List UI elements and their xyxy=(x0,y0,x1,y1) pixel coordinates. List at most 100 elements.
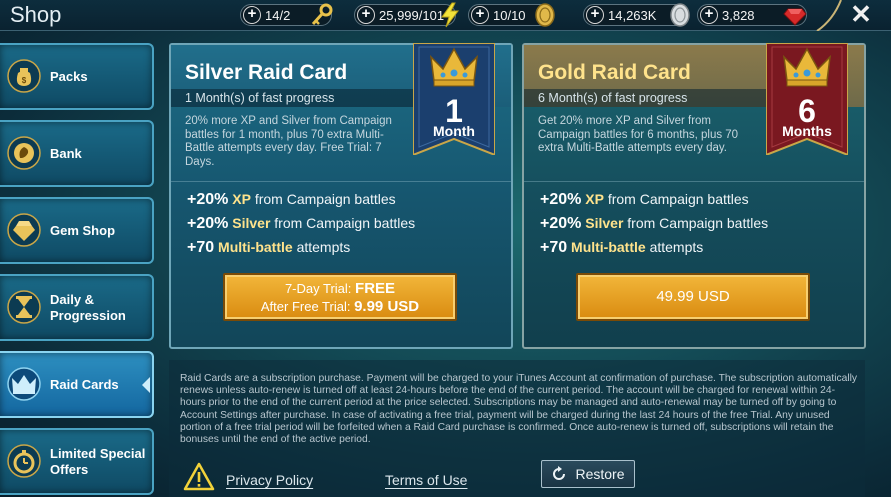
benefit-silver: +20% Silver from Campaign battles xyxy=(540,215,768,239)
benefit-text: from Campaign battles xyxy=(254,191,396,207)
sidebar-item-gem-shop[interactable]: Gem Shop xyxy=(0,197,154,264)
banner-unit: Months xyxy=(782,123,832,139)
benefit-silver: +20% Silver from Campaign battles xyxy=(187,215,415,239)
close-button[interactable]: ✕ xyxy=(846,0,876,30)
card-description: Get 20% more XP and Silver from Campaign… xyxy=(538,115,739,154)
sidebar-item-daily-progression[interactable]: Daily & Progression xyxy=(0,274,154,341)
energy-value: 25,999/101 xyxy=(379,7,445,23)
benefit-amount: +20% xyxy=(540,215,582,232)
svg-text:$: $ xyxy=(22,76,27,85)
benefit-multi-battle: +70 Multi-battle attempts xyxy=(540,239,768,263)
benefits-list: +20% XP from Campaign battles +20% Silve… xyxy=(187,191,415,263)
sidebar-item-bank[interactable]: Bank xyxy=(0,120,154,187)
restore-button[interactable]: Restore xyxy=(541,460,635,488)
benefit-keyword: Silver xyxy=(585,215,624,231)
benefit-amount: +20% xyxy=(187,215,229,232)
benefit-text: from Campaign battles xyxy=(607,191,749,207)
resource-gems[interactable]: + 3,828 xyxy=(697,4,807,26)
sidebar-item-raid-cards[interactable]: Raid Cards xyxy=(0,351,154,418)
crown-icon xyxy=(782,47,832,87)
benefit-amount: +70 xyxy=(540,239,568,256)
benefit-text: attempts xyxy=(649,239,704,255)
hourglass-icon xyxy=(7,290,41,324)
card-title: Silver Raid Card xyxy=(185,61,348,84)
benefit-xp: +20% XP from Campaign battles xyxy=(187,191,415,215)
lightning-icon xyxy=(441,2,459,28)
top-bar: Shop + 14/2 + 25,999/101 + 10/10 + 14,26… xyxy=(0,0,891,31)
benefit-amount: +70 xyxy=(187,239,215,256)
ruby-icon xyxy=(783,8,807,26)
gems-value: 3,828 xyxy=(722,7,755,23)
ornament-arc-icon xyxy=(816,0,842,31)
card-subtitle: 6 Month(s) of fast progress xyxy=(524,89,766,107)
restore-label: Restore xyxy=(575,466,625,482)
sidebar-item-label: Packs xyxy=(50,68,88,84)
add-gems-button[interactable]: + xyxy=(700,6,718,24)
benefit-keyword: XP xyxy=(232,191,251,207)
card-divider xyxy=(524,181,864,182)
sidebar-item-limited-special-offers[interactable]: Limited Special Offers xyxy=(0,428,154,495)
benefit-text: from Campaign battles xyxy=(627,215,769,231)
trial-value: FREE xyxy=(355,280,396,297)
stopwatch-icon xyxy=(7,444,41,478)
after-trial-label: After Free Trial: xyxy=(260,299,351,314)
after-trial-price: 9.99 USD xyxy=(354,298,420,315)
add-silver-button[interactable]: + xyxy=(586,6,604,24)
key-icon xyxy=(311,3,333,26)
sidebar-item-label: Limited Special Offers xyxy=(50,445,146,477)
benefit-keyword: XP xyxy=(585,191,604,207)
add-arena-tokens-button[interactable]: + xyxy=(471,6,489,24)
gold-coin-icon xyxy=(535,3,555,27)
benefit-keyword: Multi-battle xyxy=(218,239,293,255)
benefit-amount: +20% xyxy=(540,191,582,208)
privacy-policy-link[interactable]: Privacy Policy xyxy=(226,472,313,488)
legal-footer: Raid Cards are a subscription purchase. … xyxy=(169,360,865,497)
benefits-list: +20% XP from Campaign battles +20% Silve… xyxy=(540,191,768,263)
silver-coin-icon xyxy=(670,3,690,27)
price-label: 49.99 USD xyxy=(656,288,730,305)
benefit-keyword: Multi-battle xyxy=(571,239,646,255)
crown-icon xyxy=(7,367,41,401)
sidebar-item-label: Gem Shop xyxy=(50,222,116,238)
benefit-keyword: Silver xyxy=(232,215,271,231)
bank-icon xyxy=(7,136,41,170)
benefit-xp: +20% XP from Campaign battles xyxy=(540,191,768,215)
crown-icon xyxy=(429,47,479,87)
page-title: Shop xyxy=(10,2,62,27)
gold-buy-button[interactable]: 49.99 USD xyxy=(576,273,810,321)
money-bag-icon: $ xyxy=(7,59,41,93)
legal-text: Raid Cards are a subscription purchase. … xyxy=(180,373,858,446)
benefit-text: from Campaign battles xyxy=(274,215,416,231)
resource-keys[interactable]: + 14/2 xyxy=(240,3,333,26)
add-keys-button[interactable]: + xyxy=(243,6,261,24)
arena-tokens-value: 10/10 xyxy=(493,7,526,23)
refresh-icon xyxy=(553,466,566,480)
trial-label: 7-Day Trial: xyxy=(284,281,352,296)
benefit-text: attempts xyxy=(296,239,351,255)
active-tab-pointer xyxy=(142,377,150,393)
sidebar-item-label: Bank xyxy=(50,145,82,161)
silver-raid-card: Silver Raid Card 1 Month(s) of fast prog… xyxy=(169,42,513,349)
keys-value: 14/2 xyxy=(265,7,291,23)
card-description: 20% more XP and Silver from Campaign bat… xyxy=(185,115,392,168)
silver-buy-button[interactable]: 7-Day Trial: FREE After Free Trial: 9.99… xyxy=(223,273,457,321)
duration-banner: 1 Month xyxy=(412,42,496,157)
gem-icon xyxy=(7,213,41,247)
price-line: After Free Trial: 9.99 USD xyxy=(225,298,455,315)
add-energy-button[interactable]: + xyxy=(357,6,375,24)
card-title: Gold Raid Card xyxy=(538,61,691,84)
resource-arena-tokens[interactable]: + 10/10 xyxy=(468,3,555,27)
terms-of-use-link[interactable]: Terms of Use xyxy=(385,472,467,488)
duration-banner: 6 Months xyxy=(765,42,849,157)
resource-energy[interactable]: + 25,999/101 xyxy=(354,2,459,28)
sidebar-item-packs[interactable]: $ Packs xyxy=(0,43,154,110)
benefit-amount: +20% xyxy=(187,191,229,208)
card-subtitle: 1 Month(s) of fast progress xyxy=(171,89,413,107)
card-divider xyxy=(171,181,511,182)
resource-silver[interactable]: + 14,263K xyxy=(583,3,690,27)
sidebar-item-label: Raid Cards xyxy=(50,376,119,392)
banner-unit: Month xyxy=(433,123,475,139)
sidebar-item-label: Daily & Progression xyxy=(50,291,126,323)
benefit-multi-battle: +70 Multi-battle attempts xyxy=(187,239,415,263)
gold-raid-card: Gold Raid Card 6 Month(s) of fast progre… xyxy=(522,42,866,349)
